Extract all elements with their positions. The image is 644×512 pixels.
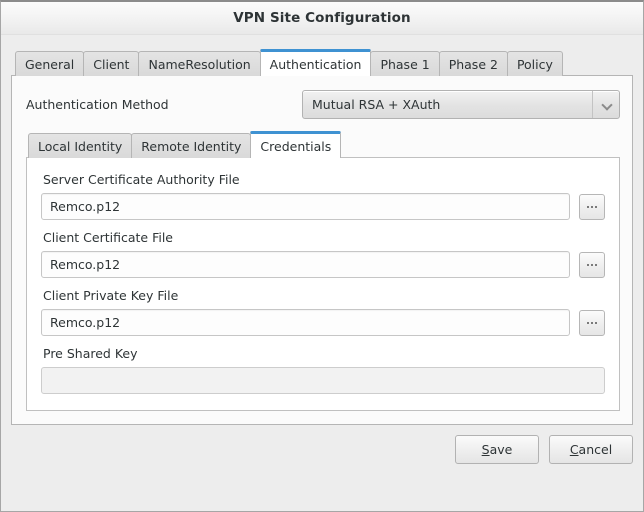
server-certificate-authority-file-input[interactable]: Remco.p12	[41, 193, 570, 220]
field-row: Remco.p12	[41, 309, 605, 336]
tab-label: Authentication	[269, 56, 362, 72]
dialog-client-area: General Client NameResolution Authenticatio…	[1, 35, 643, 511]
server-certificate-authority-file-browse-button[interactable]	[579, 193, 605, 220]
tab-label: NameResolution	[148, 56, 251, 72]
authentication-method-label: Authentication Method	[26, 97, 169, 112]
ellipsis-icon-dot	[591, 263, 593, 266]
inner-tab-label: Credentials	[260, 138, 332, 154]
tab-authentication[interactable]: Authentication	[259, 49, 372, 76]
ellipsis-icon-dot	[587, 263, 589, 266]
dialog-button-box: Save Cancel	[11, 425, 633, 511]
chevron-down-icon	[592, 91, 619, 118]
field-server-certificate-authority-file: Server Certificate Authority File Remco.p…	[41, 172, 605, 220]
ellipsis-icon-dot	[591, 321, 593, 324]
ellipsis-icon-dot	[587, 205, 589, 208]
field-client-private-key-file: Client Private Key File Remco.p12	[41, 288, 605, 336]
tab-label: Client	[93, 56, 130, 72]
field-row: Remco.p12	[41, 193, 605, 220]
authentication-method-row: Authentication Method Mutual RSA + XAuth	[12, 76, 632, 131]
client-private-key-file-input[interactable]: Remco.p12	[41, 309, 570, 336]
tab-policy[interactable]: Policy	[506, 51, 563, 76]
cancel-button[interactable]: Cancel	[549, 435, 633, 464]
ellipsis-icon-dot	[595, 205, 597, 208]
field-label: Pre Shared Key	[43, 346, 138, 361]
credentials-notebook: Local Identity Remote Identity Credentials…	[12, 131, 632, 424]
credentials-tab-panel: Server Certificate Authority File Remco.p…	[26, 157, 620, 411]
save-button[interactable]: Save	[455, 435, 539, 464]
field-row: Remco.p12	[41, 251, 605, 278]
ellipsis-icon-dot	[591, 205, 593, 208]
client-certificate-file-input[interactable]: Remco.p12	[41, 251, 570, 278]
field-label: Client Private Key File	[43, 288, 179, 303]
save-button-mnemonic: S	[481, 442, 490, 457]
pre-shared-key-input	[41, 367, 605, 394]
cancel-button-label: ancel	[578, 442, 613, 457]
tab-phase-2[interactable]: Phase 2	[438, 51, 508, 76]
field-label: Client Certificate File	[43, 230, 173, 245]
ellipsis-icon-dot	[587, 321, 589, 324]
ellipsis-icon-dot	[595, 263, 597, 266]
tab-nameresolution[interactable]: NameResolution	[138, 51, 261, 76]
inner-tab-credentials[interactable]: Credentials	[250, 131, 342, 158]
client-certificate-file-browse-button[interactable]	[579, 251, 605, 278]
tab-label: Policy	[516, 56, 553, 72]
tab-phase-1[interactable]: Phase 1	[370, 51, 440, 76]
tab-label: Phase 1	[380, 56, 430, 72]
save-button-label: ave	[489, 442, 513, 457]
inner-tab-label: Local Identity	[38, 138, 123, 154]
inner-tab-local-identity[interactable]: Local Identity	[28, 133, 133, 158]
cancel-button-mnemonic: C	[569, 442, 579, 457]
inner-tab-label: Remote Identity	[141, 138, 242, 154]
tab-general[interactable]: General	[15, 51, 85, 76]
window-title: VPN Site Configuration	[233, 10, 411, 26]
vpn-site-configuration-dialog: VPN Site Configuration General Client Name…	[0, 0, 644, 512]
tab-label: Phase 2	[448, 56, 498, 72]
authentication-method-select[interactable]: Mutual RSA + XAuth	[302, 90, 620, 119]
authentication-method-value: Mutual RSA + XAuth	[312, 97, 441, 112]
client-private-key-file-browse-button[interactable]	[579, 309, 605, 336]
credentials-tabstrip: Local Identity Remote Identity Credentials	[26, 131, 620, 158]
tab-label: General	[25, 56, 75, 72]
ellipsis-icon-dot	[595, 321, 597, 324]
field-client-certificate-file: Client Certificate File Remco.p12	[41, 230, 605, 278]
field-pre-shared-key: Pre Shared Key	[41, 346, 605, 394]
field-label: Server Certificate Authority File	[43, 172, 240, 187]
authentication-tab-panel: Authentication Method Mutual RSA + XAuth…	[11, 75, 633, 425]
main-tabstrip: General Client NameResolution Authenticatio…	[11, 49, 633, 76]
titlebar: VPN Site Configuration	[1, 2, 643, 35]
field-row	[41, 367, 605, 394]
inner-tab-remote-identity[interactable]: Remote Identity	[131, 133, 252, 158]
tab-client[interactable]: Client	[83, 51, 140, 76]
main-notebook: General Client NameResolution Authenticatio…	[11, 49, 633, 425]
